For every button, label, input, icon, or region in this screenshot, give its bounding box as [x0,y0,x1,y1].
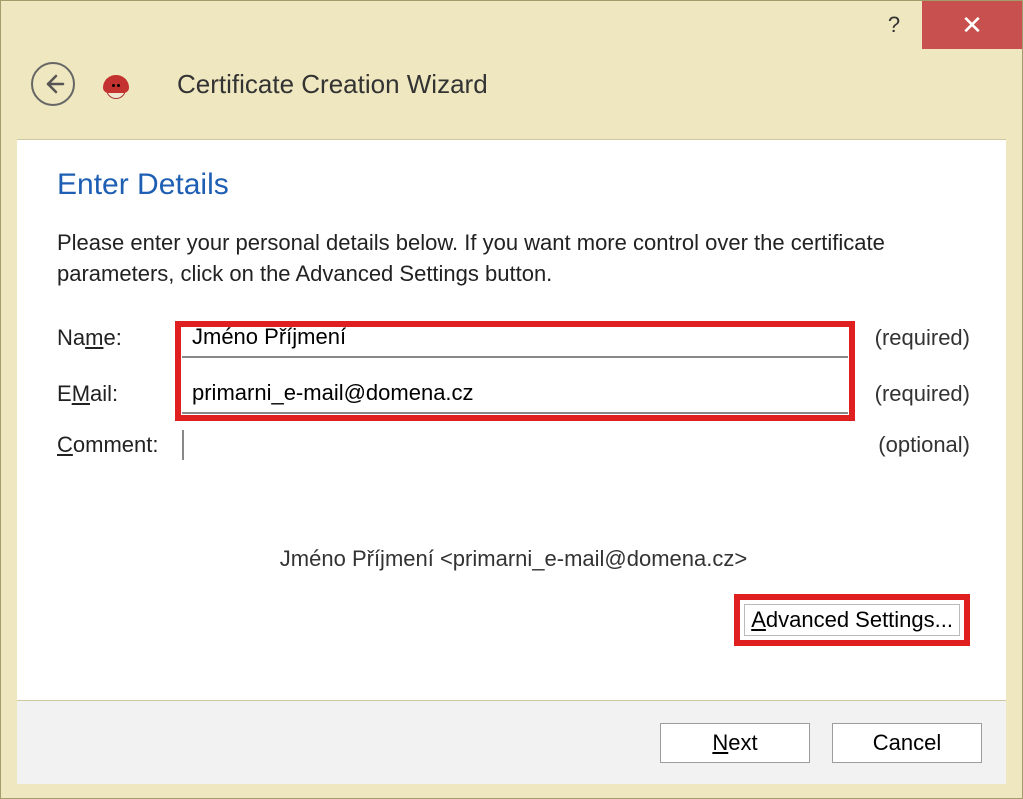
name-label: Name: [57,325,182,351]
back-arrow-icon [41,72,65,96]
comment-hint: (optional) [860,432,970,458]
advanced-settings-button[interactable]: Advanced Settings... [744,604,960,636]
name-row: Name: (required) [57,318,970,358]
stage-title: Enter Details [57,168,970,202]
help-button[interactable]: ? [866,1,922,49]
wizard-title: Certificate Creation Wizard [177,69,488,100]
comment-label: Comment: [57,432,182,458]
email-input[interactable] [182,374,848,414]
email-label: EMail: [57,381,182,407]
email-hint: (required) [860,381,970,407]
advanced-row: Advanced Settings... [57,594,970,646]
comment-row: Comment: (optional) [57,430,970,460]
name-input[interactable] [182,318,848,358]
name-hint: (required) [860,325,970,351]
content-panel: Enter Details Please enter your personal… [17,139,1006,700]
comment-input[interactable] [182,430,848,460]
footer: Next Cancel [17,700,1006,784]
wizard-header: Certificate Creation Wizard [1,49,1022,119]
app-icon [99,69,133,99]
cancel-button[interactable]: Cancel [832,723,982,763]
email-row: EMail: (required) [57,374,970,414]
identity-preview: Jméno Příjmení <primarni_e-mail@domena.c… [57,546,970,572]
titlebar: ? ✕ [1,1,1022,49]
close-button[interactable]: ✕ [922,1,1022,49]
back-button[interactable] [31,62,75,106]
wizard-window: ? ✕ Certificate Creation Wizard Enter De… [0,0,1023,799]
instructions-text: Please enter your personal details below… [57,228,970,290]
advanced-highlight: Advanced Settings... [734,594,970,646]
next-button[interactable]: Next [660,723,810,763]
